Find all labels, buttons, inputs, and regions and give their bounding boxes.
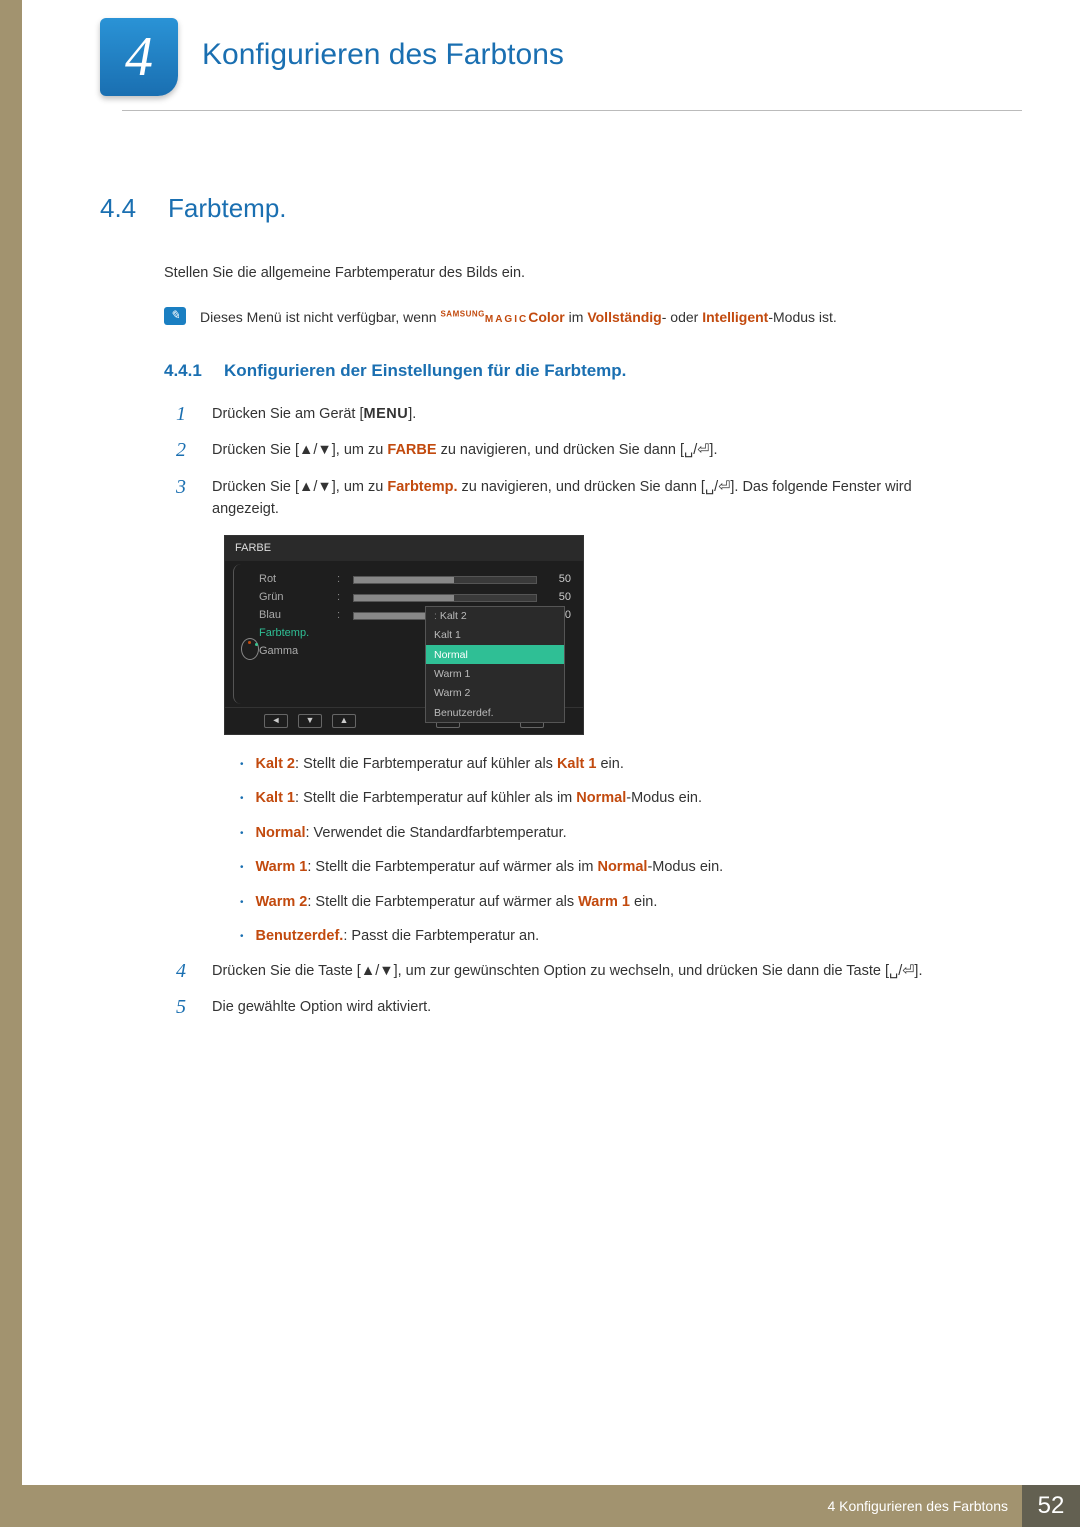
step-1: 1 Drücken Sie am Gerät [MENU]. bbox=[176, 403, 980, 425]
osd-title: FARBE bbox=[225, 536, 583, 561]
steps-list: 1 Drücken Sie am Gerät [MENU]. 2 Drücken… bbox=[176, 403, 980, 521]
nav-down-icon: ▼ bbox=[298, 714, 322, 728]
steps-list-continued: 4 Drücken Sie die Taste [▲/▼], um zur ge… bbox=[176, 960, 980, 1019]
step-number: 4 bbox=[176, 960, 194, 982]
palette-icon bbox=[241, 638, 259, 660]
step-number: 1 bbox=[176, 403, 194, 425]
page-footer: 4 Konfigurieren des Farbtons 52 bbox=[22, 1485, 1080, 1527]
subsection-title: Konfigurieren der Einstellungen für die … bbox=[224, 361, 626, 380]
step-number: 2 bbox=[176, 439, 194, 461]
osd-arc-decoration bbox=[233, 564, 241, 704]
footer-chapter-label: 4 Konfigurieren des Farbtons bbox=[827, 1498, 1008, 1514]
step-body: Drücken Sie [▲/▼], um zu Farbtemp. zu na… bbox=[212, 476, 980, 521]
bullet-item: Warm 1: Stellt die Farbtemperatur auf wä… bbox=[240, 856, 980, 878]
chapter-number: 4 bbox=[125, 25, 153, 89]
bullet-item: Benutzerdef.: Passt die Farbtemperatur a… bbox=[240, 925, 980, 947]
step-2: 2 Drücken Sie [▲/▼], um zu FARBE zu navi… bbox=[176, 439, 980, 461]
osd-row-rot: Rot: 50 bbox=[259, 571, 571, 589]
step-number: 5 bbox=[176, 996, 194, 1018]
step-body: Drücken Sie [▲/▼], um zu FARBE zu navigi… bbox=[212, 439, 980, 461]
sidebar-stripe bbox=[0, 0, 22, 1527]
note-icon: ✎ bbox=[164, 307, 186, 325]
osd-option: Kalt 2 bbox=[426, 607, 564, 626]
osd-option: Kalt 1 bbox=[426, 626, 564, 645]
option-descriptions: Kalt 2: Stellt die Farbtemperatur auf kü… bbox=[240, 753, 980, 948]
osd-panel: FARBE Rot: 50 Grün: 50 bbox=[224, 535, 584, 735]
section-title: Farbtemp. bbox=[168, 193, 287, 223]
step-body: Die gewählte Option wird aktiviert. bbox=[212, 996, 980, 1018]
step-body: Drücken Sie die Taste [▲/▼], um zur gewü… bbox=[212, 960, 980, 982]
header-divider bbox=[122, 110, 1022, 111]
osd-dropdown: Kalt 2 Kalt 1 Normal Warm 1 Warm 2 Benut… bbox=[425, 606, 565, 724]
step-4: 4 Drücken Sie die Taste [▲/▼], um zur ge… bbox=[176, 960, 980, 982]
step-number: 3 bbox=[176, 476, 194, 498]
step-body: Drücken Sie am Gerät [MENU]. bbox=[212, 403, 980, 425]
bullet-item: Kalt 1: Stellt die Farbtemperatur auf kü… bbox=[240, 787, 980, 809]
bullet-item: Normal: Verwendet die Standardfarbtemper… bbox=[240, 822, 980, 844]
note-callout: ✎ Dieses Menü ist nicht verfügbar, wenn … bbox=[164, 307, 980, 329]
step-3: 3 Drücken Sie [▲/▼], um zu Farbtemp. zu … bbox=[176, 476, 980, 521]
osd-option: Warm 1 bbox=[426, 664, 564, 683]
subsection-number: 4.4.1 bbox=[164, 358, 220, 384]
section-intro: Stellen Sie die allgemeine Farbtemperatu… bbox=[164, 262, 980, 284]
page-content: 4.4 Farbtemp. Stellen Sie die allgemeine… bbox=[100, 188, 980, 1032]
osd-row-gruen: Grün: 50 bbox=[259, 589, 571, 607]
step-5: 5 Die gewählte Option wird aktiviert. bbox=[176, 996, 980, 1018]
osd-option: Benutzerdef. bbox=[426, 703, 564, 722]
nav-left-icon: ◄ bbox=[264, 714, 288, 728]
osd-option: Warm 2 bbox=[426, 684, 564, 703]
osd-slider bbox=[353, 594, 537, 602]
nav-up-icon: ▲ bbox=[332, 714, 356, 728]
osd-screenshot: FARBE Rot: 50 Grün: 50 bbox=[224, 535, 980, 735]
bullet-item: Warm 2: Stellt die Farbtemperatur auf wä… bbox=[240, 891, 980, 913]
section-number: 4.4 bbox=[100, 188, 164, 228]
footer-page-number: 52 bbox=[1022, 1485, 1080, 1527]
note-text: Dieses Menü ist nicht verfügbar, wenn SA… bbox=[200, 307, 980, 329]
chapter-number-badge: 4 bbox=[100, 18, 178, 96]
bullet-item: Kalt 2: Stellt die Farbtemperatur auf kü… bbox=[240, 753, 980, 775]
subsection-heading: 4.4.1 Konfigurieren der Einstellungen fü… bbox=[164, 358, 980, 384]
osd-option-selected: Normal bbox=[426, 645, 564, 664]
chapter-title: Konfigurieren des Farbtons bbox=[202, 38, 564, 72]
osd-slider bbox=[353, 576, 537, 584]
section-heading: 4.4 Farbtemp. bbox=[100, 188, 980, 228]
page-header: 4 Konfigurieren des Farbtons bbox=[22, 0, 1080, 18]
